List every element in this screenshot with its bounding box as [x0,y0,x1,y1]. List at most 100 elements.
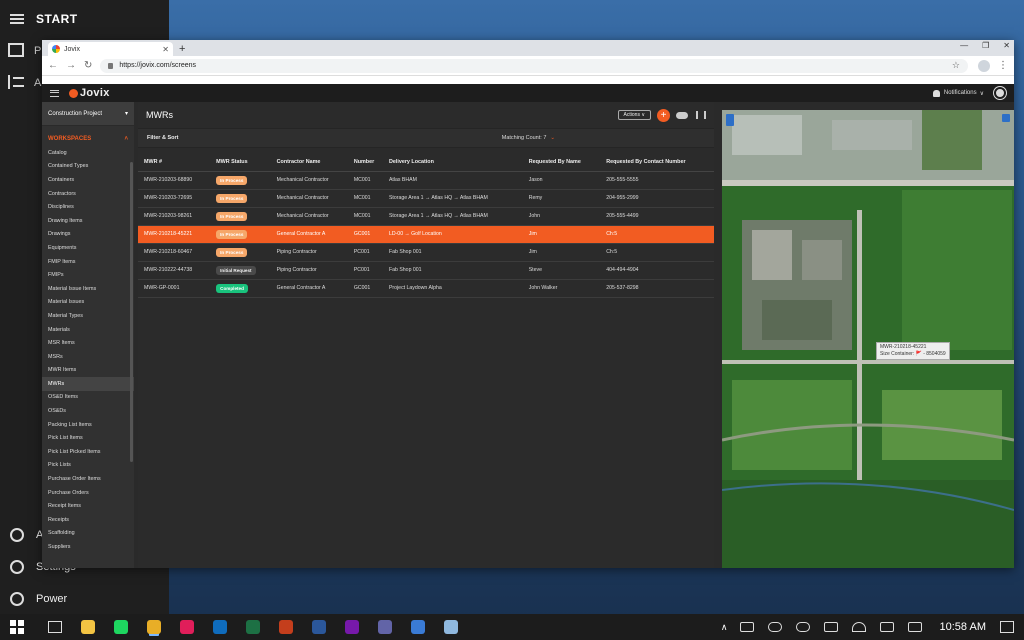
minimize-button[interactable]: — [960,41,968,50]
pen-icon[interactable] [907,622,922,632]
column-header[interactable]: Delivery Location [382,153,523,172]
close-window-button[interactable]: ✕ [1003,41,1010,50]
sidebar-item[interactable]: Equipments [42,241,134,255]
outlook-icon[interactable] [213,620,227,634]
back-arrow-icon[interactable]: ← [48,60,58,71]
teams-icon[interactable] [378,620,392,634]
sidebar-item[interactable]: Contractors [42,187,134,201]
spotify-icon[interactable] [114,620,128,634]
sidebar-item[interactable]: Material Issues [42,296,134,310]
table-row[interactable]: MWR-210218-60467 In Process Piping Contrac… [138,243,714,262]
word-icon[interactable] [312,620,326,634]
profile-avatar[interactable] [978,59,990,72]
sidebar-item[interactable]: Packing List Items [42,418,134,432]
file-explorer-icon[interactable] [81,620,95,634]
photos-icon[interactable] [411,620,425,634]
sidebar-item[interactable]: Material Types [42,309,134,323]
onedrive-cloud-icon[interactable] [767,622,782,632]
power-item[interactable]: Power [0,584,169,614]
table-row[interactable]: MWR-210203-98261 In Process Mechanical Con… [138,207,714,226]
battery-icon[interactable] [823,622,838,632]
map-fullscreen-icon[interactable] [1002,114,1010,122]
map-marker-popup[interactable]: MWR-210218-45221 Size Container: 🚩 - 850… [876,342,950,360]
add-button[interactable]: + [657,108,670,122]
wifi-icon[interactable] [851,622,866,632]
sidebar-item[interactable]: Containers [42,173,134,187]
sidebar-item[interactable]: Purchase Orders [42,486,134,500]
sidebar-scrollbar[interactable] [130,162,133,462]
table-row[interactable]: MWR-210203-68890 In Process Mechanical Con… [138,171,714,190]
sidebar-item[interactable]: Catalog [42,146,134,160]
browser-tab[interactable]: Jovix ✕ [48,42,173,56]
new-tab-button[interactable]: + [179,42,185,56]
reload-icon[interactable]: ↻ [84,60,92,71]
paint-icon[interactable] [444,620,458,634]
maximize-button[interactable]: ❐ [982,41,989,50]
table-row[interactable]: MWR-210203-72695 In Process Mechanical Con… [138,189,714,208]
tablet-icon[interactable] [739,622,754,632]
powerpoint-icon[interactable] [279,620,293,634]
sidebar-item[interactable]: OS&D Items [42,391,134,405]
map-layer-control[interactable] [726,114,734,126]
app-menu-icon[interactable] [50,89,59,97]
column-header[interactable]: Number [347,153,383,172]
clock[interactable]: 10:58 AM [940,621,986,633]
bookmark-star-icon[interactable]: ☆ [952,60,960,71]
forward-arrow-icon[interactable]: → [66,60,76,71]
browser-menu-icon[interactable]: ⋮ [998,60,1008,71]
workspaces-header[interactable]: WORKSPACES ˄ [42,132,134,146]
cloud-download-icon[interactable] [676,111,688,119]
sidebar-item[interactable]: OS&Ds [42,404,134,418]
cloud-icon[interactable] [795,622,810,632]
table-row[interactable]: MWR-210222-44738 Initial Request Piping Co… [138,261,714,280]
sidebar-item[interactable]: MWR Items [42,364,134,378]
task-view-icon[interactable] [48,621,62,633]
sidebar-item[interactable]: Materials [42,323,134,337]
sidebar-item[interactable]: Purchase Order Items [42,472,134,486]
volume-icon[interactable] [879,622,894,632]
all-apps-icon[interactable] [8,75,24,89]
sidebar-item[interactable]: MSRs [42,350,134,364]
column-header[interactable]: Requested By Contact Number [600,153,714,172]
satellite-map[interactable]: MWR-210218-45221 Size Container: 🚩 - 850… [722,110,1014,568]
excel-icon[interactable] [246,620,260,634]
table-row[interactable]: MWR-GP-0001 Completed General Contractor A… [138,279,714,298]
sidebar-item[interactable]: Material Issue Items [42,282,134,296]
sidebar-item[interactable]: Drawing Items [42,214,134,228]
show-hidden-icons-icon[interactable]: ∧ [721,622,728,633]
filter-sort-button[interactable]: Filter & Sort [147,135,178,141]
sidebar-item[interactable]: Suppliers [42,540,134,554]
sidebar-item[interactable]: Pick List Picked Items [42,445,134,459]
tiles-icon[interactable] [8,43,24,57]
project-select[interactable]: Construction Project ▾ [42,102,134,126]
columns-icon[interactable] [696,111,706,119]
column-header[interactable]: Contractor Name [270,153,348,172]
url-input[interactable]: https://jovix.com/screens ☆ [100,58,968,73]
column-header[interactable]: MWR # [138,153,211,172]
sidebar-item[interactable]: Pick Lists [42,459,134,473]
sidebar-item[interactable]: FMIP Items [42,255,134,269]
sidebar-item[interactable]: Receipt Items [42,499,134,513]
table-row[interactable]: MWR-210218-45221 In Process General Contra… [138,225,714,244]
sidebar-item[interactable]: FMIPs [42,268,134,282]
hamburger-menu-icon[interactable] [10,14,24,24]
sidebar-item[interactable]: Contained Types [42,160,134,174]
close-tab-icon[interactable]: ✕ [162,45,169,54]
sidebar-item[interactable]: Disciplines [42,200,134,214]
chrome-icon[interactable] [147,620,161,634]
sidebar-item[interactable]: Receipts [42,513,134,527]
bell-icon[interactable] [932,89,940,97]
sidebar-item[interactable]: Scaffolding [42,527,134,541]
actions-button[interactable]: Actions ∨ [617,110,651,120]
windows-start-icon[interactable] [10,620,24,634]
sidebar-item[interactable]: Pick List Items [42,431,134,445]
user-avatar[interactable] [994,87,1006,99]
slack-icon[interactable] [180,620,194,634]
sidebar-item[interactable]: Drawings [42,228,134,242]
notifications-button[interactable]: Notifications [944,90,977,96]
column-header[interactable]: MWR Status [210,153,271,172]
column-header[interactable]: Requested By Name [522,153,601,172]
sidebar-item[interactable]: MSR Items [42,336,134,350]
matching-count[interactable]: Matching Count: 7 ⌄ [502,135,555,141]
onenote-icon[interactable] [345,620,359,634]
